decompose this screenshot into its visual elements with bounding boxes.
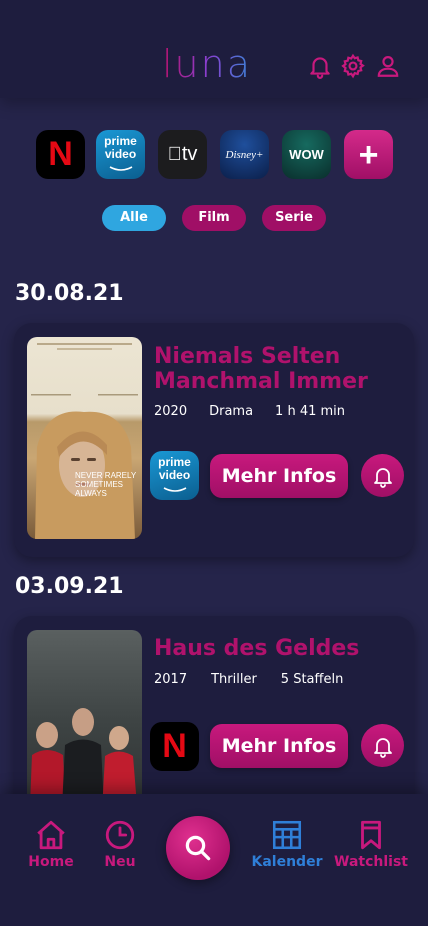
bell-icon[interactable]	[307, 53, 333, 79]
calendar-icon	[272, 820, 302, 850]
nav-label: Home	[28, 854, 74, 870]
movie-genre: Thriller	[211, 672, 257, 687]
nav-label: Watchlist	[334, 854, 408, 870]
poster-title: NEVER RARELY SOMETIMES ALWAYS	[75, 471, 137, 498]
netflix-icon: N	[162, 727, 187, 765]
app-header: luna	[0, 0, 428, 98]
movie-meta: 2020 Drama 1 h 41 min	[154, 404, 345, 419]
nav-label: Kalender	[251, 854, 323, 870]
bookmark-icon	[361, 820, 381, 850]
release-date: 30.08.21	[15, 281, 124, 306]
nav-new[interactable]: Neu	[80, 818, 160, 870]
search-icon	[185, 835, 211, 861]
plus-icon: +	[358, 135, 379, 174]
more-info-button[interactable]: Mehr Infos	[210, 454, 348, 498]
netflix-icon: N	[48, 135, 73, 173]
user-icon[interactable]	[375, 53, 401, 79]
notify-button[interactable]	[361, 454, 404, 497]
clock-icon	[105, 820, 135, 850]
nav-calendar[interactable]: Kalender	[247, 818, 327, 870]
movie-title: Haus des Geldes	[154, 636, 360, 661]
wow-icon: WOW	[289, 147, 324, 162]
movie-seasons: 5 Staffeln	[280, 672, 344, 687]
bell-icon	[373, 467, 392, 488]
app-logo: luna	[162, 42, 253, 86]
notify-button[interactable]	[361, 724, 404, 767]
nav-label: Neu	[104, 854, 136, 870]
movie-poster[interactable]: NEVER RARELY SOMETIMES ALWAYS	[27, 337, 142, 539]
movie-year: 2017	[154, 672, 188, 687]
home-icon	[37, 820, 65, 850]
streaming-service-badge[interactable]: N	[150, 722, 199, 771]
provider-prime-video[interactable]: prime video	[96, 130, 145, 179]
nav-home[interactable]: Home	[11, 818, 91, 870]
provider-row: N prime video tv Disney+ WOW +	[36, 130, 396, 180]
provider-apple-tv[interactable]: tv	[158, 130, 207, 179]
prime-video-icon: prime video	[158, 456, 191, 495]
provider-netflix[interactable]: N	[36, 130, 85, 179]
more-info-button[interactable]: Mehr Infos	[210, 724, 348, 768]
filter-film[interactable]: Film	[182, 205, 246, 231]
filter-series[interactable]: Serie	[262, 205, 326, 231]
nav-watchlist[interactable]: Watchlist	[331, 818, 411, 870]
disney-plus-icon: Disney+	[225, 148, 264, 161]
bottom-navigation: Home Neu Kalender Watchlist	[0, 794, 428, 926]
gear-icon[interactable]	[340, 53, 366, 79]
movie-meta: 2017 Thriller 5 Staffeln	[154, 672, 343, 687]
movie-card[interactable]: Haus des Geldes 2017 Thriller 5 Staffeln…	[14, 616, 414, 830]
movie-genre: Drama	[209, 404, 254, 419]
apple-tv-icon: tv	[168, 143, 198, 165]
provider-wow[interactable]: WOW	[282, 130, 331, 179]
filter-chips: Alle Film Serie	[0, 205, 428, 232]
release-date: 03.09.21	[15, 574, 124, 599]
movie-title: Niemals Selten Manchmal Immer	[154, 344, 368, 394]
provider-disney-plus[interactable]: Disney+	[220, 130, 269, 179]
streaming-service-badge[interactable]: prime video	[150, 451, 199, 500]
prime-video-icon: prime video	[104, 135, 137, 174]
search-button[interactable]	[166, 816, 230, 880]
movie-card[interactable]: NEVER RARELY SOMETIMES ALWAYS Niemals Se…	[14, 323, 414, 557]
add-provider-button[interactable]: +	[344, 130, 393, 179]
movie-year: 2020	[154, 404, 188, 419]
movie-duration: 1 h 41 min	[275, 404, 346, 419]
bell-icon	[373, 737, 392, 758]
filter-all[interactable]: Alle	[102, 205, 166, 231]
